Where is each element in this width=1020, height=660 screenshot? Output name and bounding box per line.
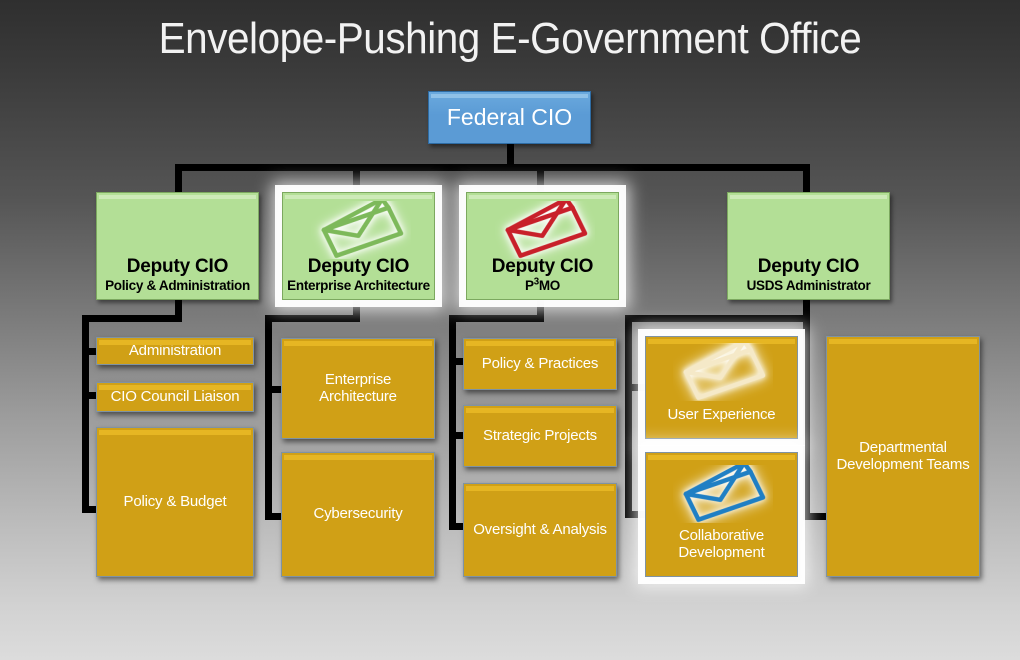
wire-b4-left-top-drop [625, 315, 632, 390]
node-deputy-usds-administrator[interactable]: Deputy CIO USDS Administrator [727, 192, 890, 300]
node-unit-enterprise-architecture[interactable]: Enterprise Architecture [281, 338, 435, 439]
node-subtitle: Enterprise Architecture [287, 277, 430, 293]
node-unit-oversight-analysis[interactable]: Oversight & Analysis [463, 483, 617, 577]
wire-b1-top [82, 315, 182, 322]
envelope-icon-green [311, 201, 411, 259]
node-subtitle: Policy & Administration [105, 277, 250, 293]
node-deputy-policy-administration[interactable]: Deputy CIO Policy & Administration [96, 192, 259, 300]
wire-b4-stub-dept [803, 513, 827, 520]
node-label: Departmental Development Teams [836, 438, 970, 473]
node-label: Collaborative Development [678, 527, 765, 562]
node-label: Enterprise Architecture [319, 370, 397, 405]
node-subtitle-p3mo: P3MO [525, 277, 560, 293]
node-subtitle: USDS Administrator [746, 277, 871, 293]
node-subtitle-suffix: MO [538, 277, 560, 293]
node-unit-collaborative-development[interactable]: Collaborative Development [645, 452, 798, 577]
node-unit-cio-council-liaison[interactable]: CIO Council Liaison [96, 382, 254, 412]
node-label: Strategic Projects [483, 426, 597, 444]
node-unit-strategic-projects[interactable]: Strategic Projects [463, 405, 617, 467]
node-label: Administration [128, 341, 222, 359]
node-title: Deputy CIO [126, 255, 229, 277]
node-title: Deputy CIO [757, 255, 860, 277]
node-unit-administration[interactable]: Administration [96, 337, 254, 365]
wire-drop-deputy-3 [537, 164, 544, 192]
wire-drop-deputy-1 [175, 164, 182, 192]
node-subtitle-prefix: P [525, 277, 534, 293]
node-deputy-p3mo[interactable]: Deputy CIO P3MO [466, 192, 619, 300]
node-label: CIO Council Liaison [110, 387, 240, 405]
wire-b1-spine [82, 315, 89, 513]
wire-b4-spine [803, 315, 810, 520]
node-label: Cybersecurity [313, 505, 403, 523]
wire-drop-deputy-2 [353, 164, 360, 192]
wire-b3-top [449, 315, 544, 322]
wire-drop-deputy-4 [803, 164, 810, 192]
node-label: Policy & Practices [481, 354, 599, 372]
wire-b4-left-spine [625, 384, 632, 518]
wire-b4-left-top [625, 315, 810, 322]
node-unit-policy-practices[interactable]: Policy & Practices [463, 338, 617, 390]
node-label: Oversight & Analysis [473, 520, 607, 538]
wire-b2-spine [265, 315, 272, 520]
node-title: Deputy CIO [307, 255, 410, 277]
node-unit-departmental-development-teams[interactable]: Departmental Development Teams [826, 336, 980, 577]
wire-root-bus [175, 164, 810, 171]
wire-b2-top [265, 315, 360, 322]
node-title: Deputy CIO [491, 255, 594, 277]
node-unit-policy-budget[interactable]: Policy & Budget [96, 427, 254, 577]
node-label: User Experience [667, 406, 776, 424]
node-unit-user-experience[interactable]: User Experience [645, 336, 798, 439]
node-unit-cybersecurity[interactable]: Cybersecurity [281, 452, 435, 577]
node-deputy-enterprise-architecture[interactable]: Deputy CIO Enterprise Architecture [282, 192, 435, 300]
node-label: Federal CIO [446, 103, 573, 130]
envelope-icon-cream [673, 343, 773, 401]
envelope-icon-blue [673, 465, 773, 523]
envelope-icon-red [495, 201, 595, 259]
node-federal-cio[interactable]: Federal CIO [428, 91, 591, 144]
wire-b3-spine [449, 315, 456, 530]
slide-canvas: Envelope-Pushing E-Government Office Fed… [0, 0, 1020, 660]
node-label: Policy & Budget [123, 492, 227, 510]
